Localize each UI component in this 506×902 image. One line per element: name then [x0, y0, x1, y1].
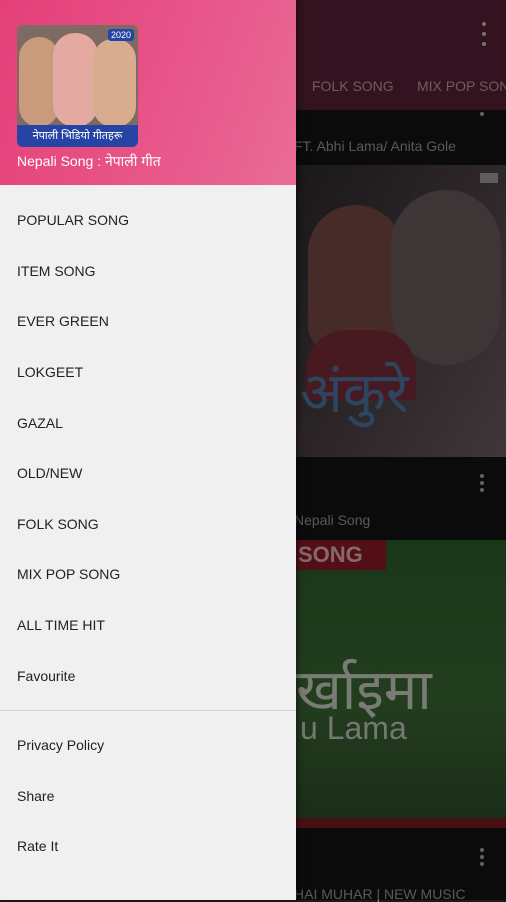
app-logo: 2020 नेपाली भिडियो गीतहरू	[17, 25, 138, 147]
navigation-drawer: 2020 नेपाली भिडियो गीतहरू Nepali Song : …	[0, 0, 296, 900]
logo-badge: 2020	[107, 29, 134, 41]
menu-item-ever-green[interactable]: EVER GREEN	[0, 296, 296, 347]
drawer-secondary-menu: Privacy Policy Share Rate It	[0, 720, 296, 872]
menu-item-share[interactable]: Share	[0, 771, 296, 822]
menu-item-folk-song[interactable]: FOLK SONG	[0, 499, 296, 550]
drawer-menu: POPULAR SONG ITEM SONG EVER GREEN LOKGEE…	[0, 195, 296, 701]
drawer-divider	[0, 710, 296, 711]
menu-item-privacy-policy[interactable]: Privacy Policy	[0, 720, 296, 771]
menu-item-gazal[interactable]: GAZAL	[0, 397, 296, 448]
drawer-header: 2020 नेपाली भिडियो गीतहरू Nepali Song : …	[0, 0, 296, 185]
menu-item-all-time-hit[interactable]: ALL TIME HIT	[0, 600, 296, 651]
menu-item-item-song[interactable]: ITEM SONG	[0, 246, 296, 297]
menu-item-old-new[interactable]: OLD/NEW	[0, 448, 296, 499]
menu-item-rate-it[interactable]: Rate It	[0, 821, 296, 872]
app-name: Nepali Song : नेपाली गीत	[17, 153, 161, 169]
menu-item-mix-pop-song[interactable]: MIX POP SONG	[0, 549, 296, 600]
logo-caption: नेपाली भिडियो गीतहरू	[17, 125, 138, 147]
menu-item-favourite[interactable]: Favourite	[0, 650, 296, 701]
menu-item-popular-song[interactable]: POPULAR SONG	[0, 195, 296, 246]
menu-item-lokgeet[interactable]: LOKGEET	[0, 347, 296, 398]
